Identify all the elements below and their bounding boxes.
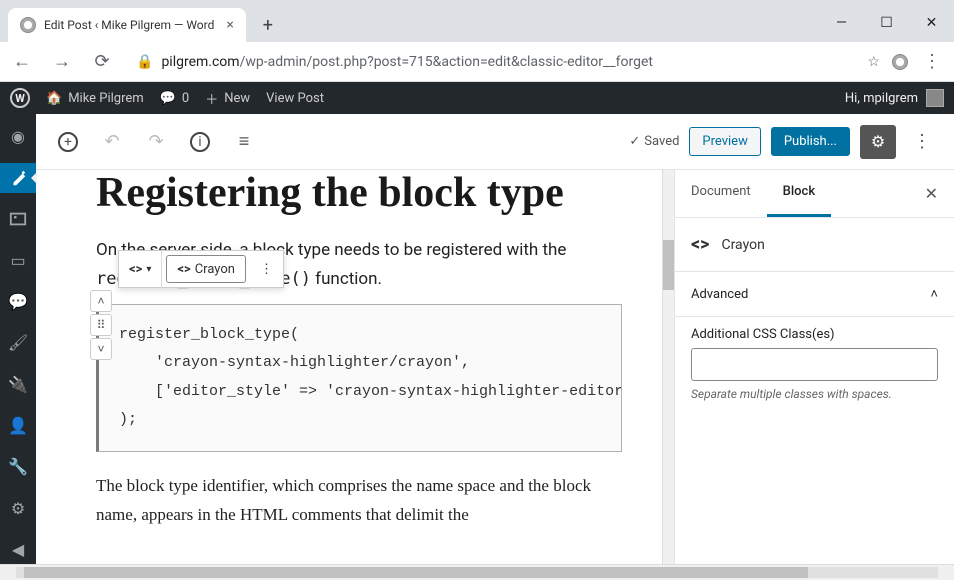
tab-block[interactable]: Block	[767, 170, 831, 217]
new-tab-button[interactable]: +	[254, 11, 282, 39]
avatar[interactable]	[926, 89, 944, 107]
preview-button[interactable]: Preview	[689, 127, 760, 156]
block-more-options[interactable]: ⋮	[250, 251, 283, 287]
sidebar-comments-icon[interactable]: 💬	[0, 287, 36, 316]
browser-titlebar: Edit Post ‹ Mike Pilgrem — Word × + — ☐ …	[0, 0, 954, 42]
sidebar-dashboard-icon[interactable]: ◉	[0, 122, 36, 151]
publish-button[interactable]: Publish...	[771, 127, 850, 156]
vertical-scrollbar[interactable]	[662, 170, 674, 564]
undo-button[interactable]: ↶	[96, 126, 128, 158]
settings-gear-button[interactable]: ⚙	[860, 125, 896, 159]
css-classes-input[interactable]	[691, 348, 938, 381]
forward-button[interactable]: →	[48, 51, 76, 72]
sidebar-posts-icon[interactable]	[0, 163, 36, 192]
code-icon: <>	[691, 234, 709, 255]
sidebar-users-icon[interactable]: 👤	[0, 411, 36, 440]
lock-icon: 🔒	[136, 54, 153, 70]
window-controls: — ☐ ✕	[819, 14, 954, 42]
horizontal-scrollbar[interactable]	[0, 564, 954, 580]
favicon	[20, 17, 36, 33]
block-toolbar: <>▾ <>Crayon ⋮	[118, 250, 284, 288]
code-icon: <>	[177, 262, 190, 277]
section-title: Advanced	[691, 287, 748, 302]
comments-link[interactable]: 💬0	[160, 91, 190, 106]
sidebar-tools-icon[interactable]: 🔧	[0, 452, 36, 481]
sidebar-plugins-icon[interactable]: 🔌	[0, 370, 36, 399]
bookmark-icon[interactable]: ☆	[867, 54, 880, 70]
check-icon: ✓	[629, 134, 640, 149]
more-menu-button[interactable]: ⋮	[906, 126, 938, 158]
maximize-button[interactable]: ☐	[864, 14, 909, 42]
comment-icon: 💬	[160, 91, 176, 106]
sidebar-pages-icon[interactable]: ▭	[0, 246, 36, 275]
browser-tab[interactable]: Edit Post ‹ Mike Pilgrem — Word ×	[8, 8, 246, 42]
browser-menu-icon[interactable]: ⋮	[918, 51, 946, 72]
tab-document[interactable]: Document	[675, 170, 767, 217]
home-icon: 🏠	[46, 91, 62, 106]
css-classes-hint: Separate multiple classes with spaces.	[691, 387, 938, 401]
wp-admin-bar: W 🏠Mike Pilgrem 💬0 ＋New View Post Hi, mp…	[0, 82, 954, 114]
move-up-button[interactable]: ˄	[90, 290, 112, 312]
wp-sidebar: ◉ ▭ 💬 🖌 🔌 👤 🔧 ⚙ ◀	[0, 114, 36, 564]
para-text: function.	[311, 269, 382, 289]
browser-toolbar: ← → ⟳ 🔒 pilgrem.com/wp-admin/post.php?po…	[0, 42, 954, 82]
back-button[interactable]: ←	[8, 51, 36, 72]
url-host: pilgrem.com	[161, 54, 239, 70]
greeting[interactable]: Hi, mpilgrem	[845, 91, 918, 106]
block-crayon-chip[interactable]: <>Crayon	[166, 255, 246, 283]
outline-button[interactable]: ≡	[228, 126, 260, 158]
move-down-button[interactable]: ˅	[90, 338, 112, 360]
tab-close-icon[interactable]: ×	[226, 17, 233, 33]
block-info: <> Crayon	[675, 218, 954, 272]
save-status: ✓Saved	[629, 134, 679, 149]
block-mover: ˄ ⠿ ˅	[90, 290, 112, 360]
code-icon: <>	[129, 262, 142, 277]
extension-icon[interactable]	[892, 54, 908, 70]
url-path: /wp-admin/post.php?post=715&action=edit&…	[240, 54, 653, 70]
wp-logo-icon[interactable]: W	[10, 88, 30, 108]
paragraph-block[interactable]: The block type identifier, which compris…	[96, 472, 622, 530]
advanced-section-header[interactable]: Advanced ˄	[675, 272, 954, 317]
reload-button[interactable]: ⟳	[88, 51, 116, 72]
close-panel-button[interactable]: ✕	[909, 170, 954, 217]
minimize-button[interactable]: —	[819, 14, 864, 42]
settings-panel: Document Block ✕ <> Crayon Advanced ˄ Ad…	[674, 170, 954, 564]
crayon-code-block[interactable]: register_block_type( 'crayon-syntax-high…	[96, 304, 622, 452]
post-title[interactable]: Registering the block type	[96, 170, 622, 216]
tab-title: Edit Post ‹ Mike Pilgrem — Word	[44, 18, 214, 32]
close-window-button[interactable]: ✕	[909, 14, 954, 42]
address-bar[interactable]: 🔒 pilgrem.com/wp-admin/post.php?post=715…	[128, 54, 880, 70]
new-link[interactable]: ＋New	[205, 89, 250, 108]
block-type-switcher[interactable]: <>▾	[119, 251, 162, 287]
content-area[interactable]: <>▾ <>Crayon ⋮ ˄ ⠿ ˅ Registering the blo…	[36, 170, 662, 564]
sidebar-media-icon[interactable]	[0, 205, 36, 234]
view-post-link[interactable]: View Post	[266, 91, 324, 106]
block-name: Crayon	[721, 237, 764, 253]
sidebar-appearance-icon[interactable]: 🖌	[0, 328, 36, 357]
add-block-button[interactable]: +	[52, 126, 84, 158]
site-link[interactable]: 🏠Mike Pilgrem	[46, 91, 144, 106]
sidebar-collapse-icon[interactable]: ◀	[0, 535, 36, 564]
css-classes-label: Additional CSS Class(es)	[691, 327, 938, 342]
editor-toolbar: + ↶ ↷ i ≡ ✓Saved Preview Publish... ⚙ ⋮	[36, 114, 954, 170]
drag-handle[interactable]: ⠿	[90, 314, 112, 336]
chevron-up-icon: ˄	[930, 286, 938, 302]
info-button[interactable]: i	[184, 126, 216, 158]
redo-button[interactable]: ↷	[140, 126, 172, 158]
sidebar-settings-icon[interactable]: ⚙	[0, 493, 36, 522]
plus-icon: ＋	[205, 89, 218, 108]
